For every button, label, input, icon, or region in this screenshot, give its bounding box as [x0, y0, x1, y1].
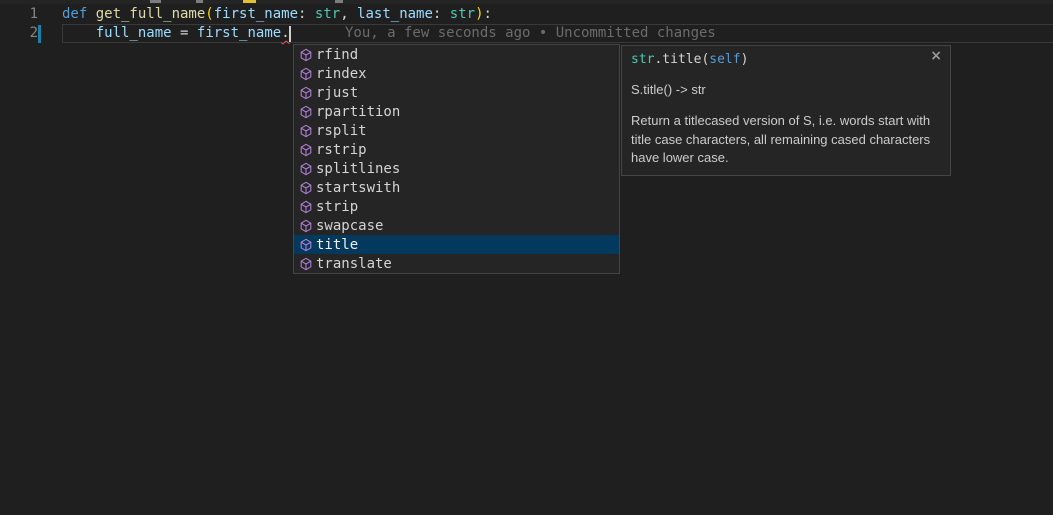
signature-self: self — [709, 52, 740, 67]
type-str: str — [315, 6, 340, 22]
suggestion-label: splitlines — [316, 161, 400, 177]
breadcrumb-remnant — [335, 0, 343, 3]
text-cursor — [289, 26, 291, 42]
suggestion-item-strip[interactable]: strip — [294, 197, 619, 216]
suggestion-label: rstrip — [316, 142, 367, 158]
method-signature: str.title(self) — [631, 52, 941, 68]
suggestion-item-rjust[interactable]: rjust — [294, 83, 619, 102]
signature-close-paren: ) — [741, 52, 749, 67]
method-description: Return a titlecased version of S, i.e. w… — [631, 112, 943, 168]
suggestion-item-title-selected[interactable]: title — [294, 235, 619, 254]
suggestion-label: title — [316, 237, 358, 253]
space — [172, 25, 180, 41]
git-modified-gutter-indicator — [38, 25, 41, 43]
open-paren: ( — [205, 6, 213, 22]
suggestion-item-rindex[interactable]: rindex — [294, 64, 619, 83]
method-summary: S.title() -> str — [631, 82, 941, 98]
suggestion-label: swapcase — [316, 218, 383, 234]
line-number-1[interactable]: 1 — [0, 5, 38, 24]
param-last-name: last_name — [357, 6, 433, 22]
suggestion-label: strip — [316, 199, 358, 215]
suggestion-item-startswith[interactable]: startswith — [294, 178, 619, 197]
close-paren: ) — [475, 6, 483, 22]
colon: : — [484, 6, 492, 22]
code-line-2[interactable]: full_name = first_name. — [62, 24, 290, 43]
suggestion-item-swapcase[interactable]: swapcase — [294, 216, 619, 235]
function-name: get_full_name — [96, 6, 206, 22]
method-icon — [299, 67, 313, 81]
colon: : — [298, 6, 315, 22]
method-icon — [299, 143, 313, 157]
method-icon — [299, 238, 313, 252]
suggestion-label: rindex — [316, 66, 367, 82]
suggestion-label: translate — [316, 256, 392, 272]
suggestion-item-rfind[interactable]: rfind — [294, 45, 619, 64]
suggestion-label: rpartition — [316, 104, 400, 120]
signature-method: .title( — [654, 52, 709, 67]
method-icon — [299, 219, 313, 233]
suggestion-item-rpartition[interactable]: rpartition — [294, 102, 619, 121]
suggestion-docs-panel: str.title(self) S.title() -> str Return … — [621, 45, 951, 176]
suggestion-label: rjust — [316, 85, 358, 101]
close-icon[interactable]: × — [930, 48, 942, 64]
space — [188, 25, 196, 41]
breadcrumb-remnant — [196, 0, 203, 3]
line-number-2[interactable]: 2 — [0, 24, 38, 43]
colon: : — [433, 6, 450, 22]
method-icon — [299, 181, 313, 195]
git-blame-annotation: You, a few seconds ago • Uncommitted cha… — [345, 24, 716, 43]
method-icon — [299, 48, 313, 62]
suggestion-item-translate[interactable]: translate — [294, 254, 619, 273]
code-line-1[interactable]: def get_full_name(first_name: str, last_… — [62, 5, 492, 24]
breadcrumb-remnant — [150, 0, 161, 3]
param-first-name: first_name — [214, 6, 298, 22]
method-icon — [299, 162, 313, 176]
var-first-name: first_name — [197, 25, 281, 41]
breadcrumb-remnant-strip — [0, 0, 1053, 4]
method-icon — [299, 124, 313, 138]
suggestion-label: startswith — [316, 180, 400, 196]
intellisense-suggest-widget: rfind rindex rjust rpartition rsplit rst… — [293, 44, 620, 274]
keyword-def: def — [62, 6, 96, 22]
breadcrumb-symbol-icon — [243, 0, 256, 3]
suggestion-label: rfind — [316, 47, 358, 63]
method-icon — [299, 86, 313, 100]
suggestion-item-splitlines[interactable]: splitlines — [294, 159, 619, 178]
method-icon — [299, 105, 313, 119]
suggestion-label: rsplit — [316, 123, 367, 139]
code-editor[interactable]: 1 2 def get_full_name(first_name: str, l… — [0, 0, 1053, 515]
comma: , — [340, 6, 357, 22]
method-icon — [299, 257, 313, 271]
suggestion-item-rsplit[interactable]: rsplit — [294, 121, 619, 140]
suggestion-item-rstrip[interactable]: rstrip — [294, 140, 619, 159]
type-str: str — [450, 6, 475, 22]
method-icon — [299, 200, 313, 214]
indent — [62, 25, 96, 41]
var-full-name: full_name — [96, 25, 172, 41]
signature-str: str — [631, 52, 654, 67]
